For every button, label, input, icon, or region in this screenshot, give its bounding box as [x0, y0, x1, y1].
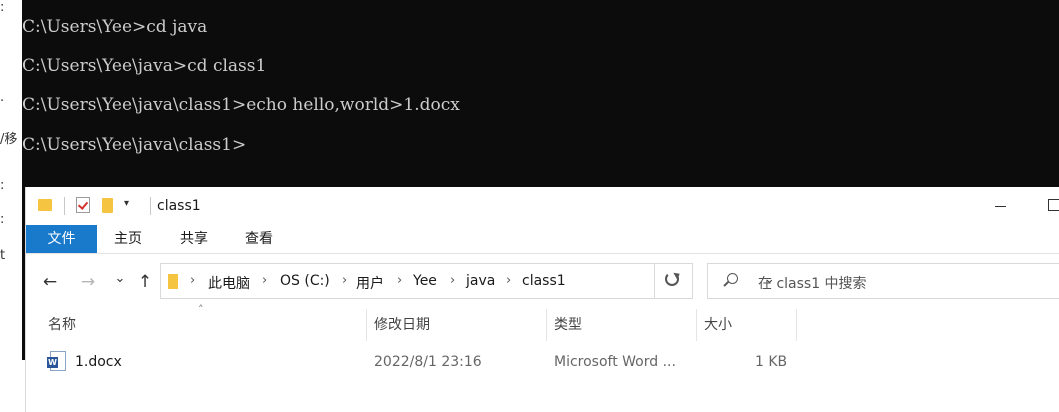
file-name: 1.docx	[75, 354, 122, 370]
recent-locations-button[interactable]: ⌄	[110, 269, 130, 289]
navigation-bar: ← → ⌄ ↑ › 此电脑 › OS (C:) › 用户 › Yee › jav…	[26, 263, 1059, 301]
console-line: C:\Users\Yee>cd java	[22, 17, 208, 37]
column-resize-handle[interactable]	[546, 309, 547, 341]
column-header-size[interactable]: 大小	[704, 309, 732, 341]
background-text-fragment: /移	[0, 132, 18, 147]
tab-file[interactable]: 文件	[26, 225, 97, 253]
refresh-icon	[665, 272, 679, 286]
file-type: Microsoft Word ...	[554, 354, 676, 370]
folder-icon	[38, 199, 52, 211]
column-resize-handle[interactable]	[696, 309, 697, 341]
sort-ascending-icon: ˄	[198, 303, 204, 316]
ribbon-tabs: 文件 主页 共享 查看	[26, 225, 1059, 254]
console-line: C:\Users\Yee\java>cd class1	[22, 56, 267, 76]
quick-access-dropdown[interactable]: ▾	[124, 198, 129, 209]
breadcrumb-class1[interactable]: class1	[522, 273, 566, 289]
chevron-right-icon[interactable]: ›	[397, 273, 402, 288]
address-bar[interactable]: › 此电脑 › OS (C:) › 用户 › Yee › java › clas…	[160, 263, 775, 299]
column-header-type[interactable]: 类型	[554, 309, 582, 341]
chevron-right-icon[interactable]: ›	[190, 273, 195, 288]
up-button[interactable]: ↑	[135, 272, 155, 292]
breadcrumb-os-c[interactable]: OS (C:)	[280, 273, 330, 289]
search-placeholder: 在 class1 中搜索	[758, 276, 867, 292]
background-text-fragment: .	[0, 90, 5, 105]
breadcrumb-this-pc[interactable]: 此电脑	[208, 273, 250, 293]
background-text-fragment: :	[0, 212, 5, 227]
chevron-right-icon[interactable]: ›	[342, 273, 347, 288]
background-text-fragment: :	[0, 0, 5, 15]
refresh-button[interactable]	[655, 263, 693, 299]
window-title: class1	[157, 198, 201, 214]
maximize-button[interactable]	[1048, 199, 1059, 211]
divider	[64, 197, 65, 215]
minimize-button[interactable]	[992, 196, 1012, 216]
column-resize-handle[interactable]	[366, 309, 367, 341]
tab-share[interactable]: 共享	[176, 225, 212, 253]
background-text-fragment: t	[0, 248, 6, 263]
column-resize-handle[interactable]	[796, 309, 797, 341]
tab-view[interactable]: 查看	[241, 225, 277, 253]
breadcrumb-yee[interactable]: Yee	[413, 273, 437, 289]
chevron-right-icon[interactable]: ›	[450, 273, 455, 288]
background-text-fragment: :	[0, 178, 5, 193]
breadcrumb-users[interactable]: 用户	[356, 273, 384, 293]
tab-home[interactable]: 主页	[110, 225, 146, 253]
folder-icon	[168, 274, 178, 289]
chevron-right-icon[interactable]: ›	[506, 273, 511, 288]
search-icon	[727, 273, 738, 284]
background-app-strip: : . /移 : : t	[0, 0, 22, 412]
file-explorer-window: ▾ class1 文件 主页 共享 查看 ← → ⌄ ↑ › 此电脑 › OS …	[25, 187, 1059, 412]
search-input[interactable]: 在 class1 中搜索	[707, 263, 1059, 299]
breadcrumb-java[interactable]: java	[466, 273, 495, 289]
word-doc-icon	[47, 351, 66, 371]
forward-button[interactable]: →	[78, 272, 98, 292]
column-header-name[interactable]: 名称	[48, 309, 76, 341]
divider	[150, 197, 151, 215]
column-headers: ˄ 名称 修改日期 类型 大小	[26, 303, 1059, 341]
new-folder-icon[interactable]	[102, 198, 113, 213]
title-bar: ▾ class1	[26, 187, 1059, 225]
chevron-right-icon[interactable]: ›	[262, 273, 267, 288]
column-header-modified[interactable]: 修改日期	[374, 309, 430, 341]
console-prompt: C:\Users\Yee\java\class1>	[22, 135, 247, 155]
file-modified: 2022/8/1 23:16	[374, 354, 482, 370]
back-button[interactable]: ←	[40, 272, 60, 292]
file-row[interactable]: 1.docx 2022/8/1 23:16 Microsoft Word ...…	[26, 345, 1059, 379]
file-size: 1 KB	[755, 354, 788, 370]
properties-check-icon[interactable]	[76, 197, 90, 213]
console-line: C:\Users\Yee\java\class1>echo hello,worl…	[22, 95, 460, 115]
